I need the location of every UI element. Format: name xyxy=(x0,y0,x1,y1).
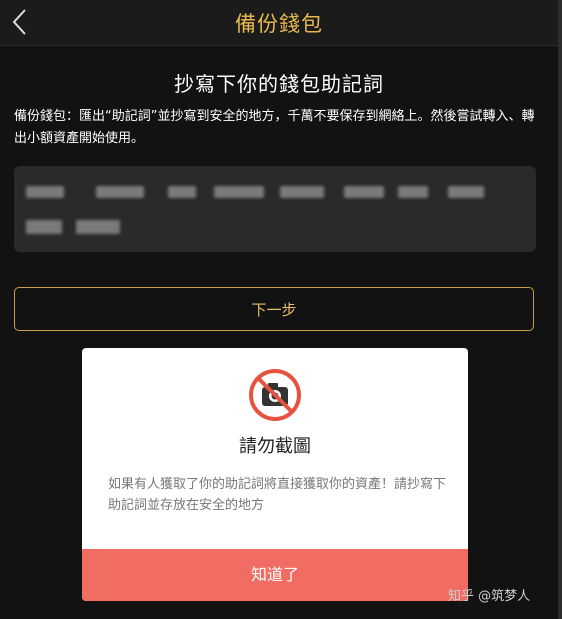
dialog-message: 如果有人獲取了你的助記詞將直接獲取你的資產！請抄寫下助記詞並存放在安全的地方 xyxy=(108,477,447,513)
mnemonic-word xyxy=(398,186,428,198)
screenshot-warning-dialog: 請勿截圖 如果有人獲取了你的助記詞將直接獲取你的資產！請抄寫下助記詞並存放在安全… xyxy=(82,348,468,601)
page-title: 備份錢包 xyxy=(235,12,323,36)
next-step-button[interactable]: 下一步 xyxy=(14,287,534,331)
mnemonic-word xyxy=(214,186,264,198)
mnemonic-word xyxy=(26,186,64,198)
watermark: 知乎 @筑梦人 xyxy=(448,589,531,604)
backup-description: 備份錢包：匯出“助記詞”並抄寫到安全的地方，千萬不要保存到網絡上。然後嘗試轉入、… xyxy=(14,109,535,146)
confirm-button[interactable]: 知道了 xyxy=(82,549,468,601)
no-camera-icon xyxy=(248,368,302,422)
mnemonic-word xyxy=(168,186,196,198)
top-bar: 備份錢包 xyxy=(0,0,558,46)
mnemonic-word xyxy=(344,186,384,198)
dialog-title: 請勿截圖 xyxy=(239,436,311,457)
section-heading: 抄寫下你的錢包助記詞 xyxy=(174,72,384,96)
mnemonic-word xyxy=(448,186,484,198)
scrollbar[interactable] xyxy=(558,0,562,619)
mnemonic-word xyxy=(96,186,144,198)
mnemonic-words-box xyxy=(14,166,536,252)
mnemonic-word xyxy=(76,220,120,234)
mnemonic-word xyxy=(280,186,324,198)
mnemonic-word xyxy=(26,220,62,234)
